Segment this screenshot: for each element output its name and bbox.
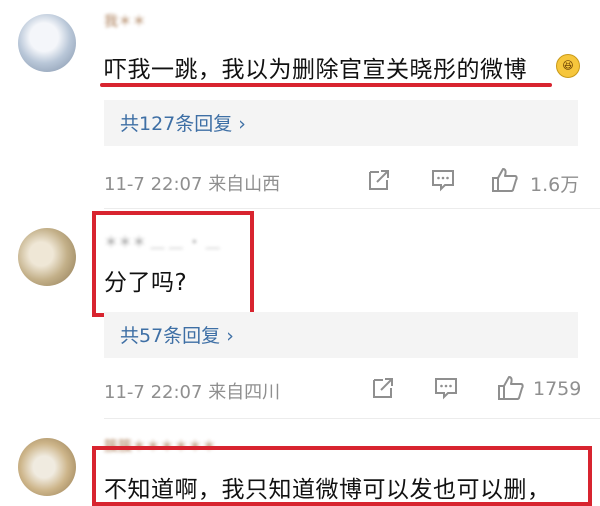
- like-count: 1759: [533, 378, 582, 400]
- avatar[interactable]: [18, 438, 76, 496]
- comment-meta: 11-7 22:07 来自山西: [104, 170, 280, 196]
- comment-icon[interactable]: [430, 168, 456, 192]
- like-count: 1.6万: [530, 174, 580, 196]
- comment-location: 来自山西: [208, 174, 281, 195]
- view-replies-link[interactable]: 共57条回复 ›: [120, 321, 234, 348]
- view-replies-link[interactable]: 共127条回复 ›: [120, 109, 246, 136]
- avatar[interactable]: [18, 228, 76, 286]
- red-box-annotation: [92, 446, 592, 506]
- comment-meta: 11-7 22:07 来自四川: [104, 378, 280, 404]
- avatar[interactable]: [18, 14, 76, 72]
- comment-text: 吓我一跳，我以为删除官宣关晓彤的微博: [104, 57, 527, 83]
- comment-time: 11-7 22:07: [104, 174, 203, 195]
- comment-location: 来自四川: [208, 382, 281, 403]
- replies-panel[interactable]: 共127条回复 ›: [104, 100, 578, 146]
- divider: [104, 418, 600, 419]
- comment-icon[interactable]: [433, 376, 459, 400]
- thumbs-up-icon[interactable]: [496, 374, 526, 402]
- thumbs-up-icon[interactable]: [490, 166, 520, 194]
- laughing-emoji-icon: 😆: [556, 54, 580, 78]
- replies-panel[interactable]: 共57条回复 ›: [104, 312, 578, 358]
- share-icon[interactable]: [370, 376, 396, 400]
- comment-time: 11-7 22:07: [104, 382, 203, 403]
- red-underline-annotation: [100, 83, 552, 87]
- share-icon[interactable]: [366, 168, 392, 192]
- red-box-annotation: [92, 211, 254, 317]
- comment-username[interactable]: 我＊＊: [104, 11, 146, 31]
- divider: [104, 208, 600, 209]
